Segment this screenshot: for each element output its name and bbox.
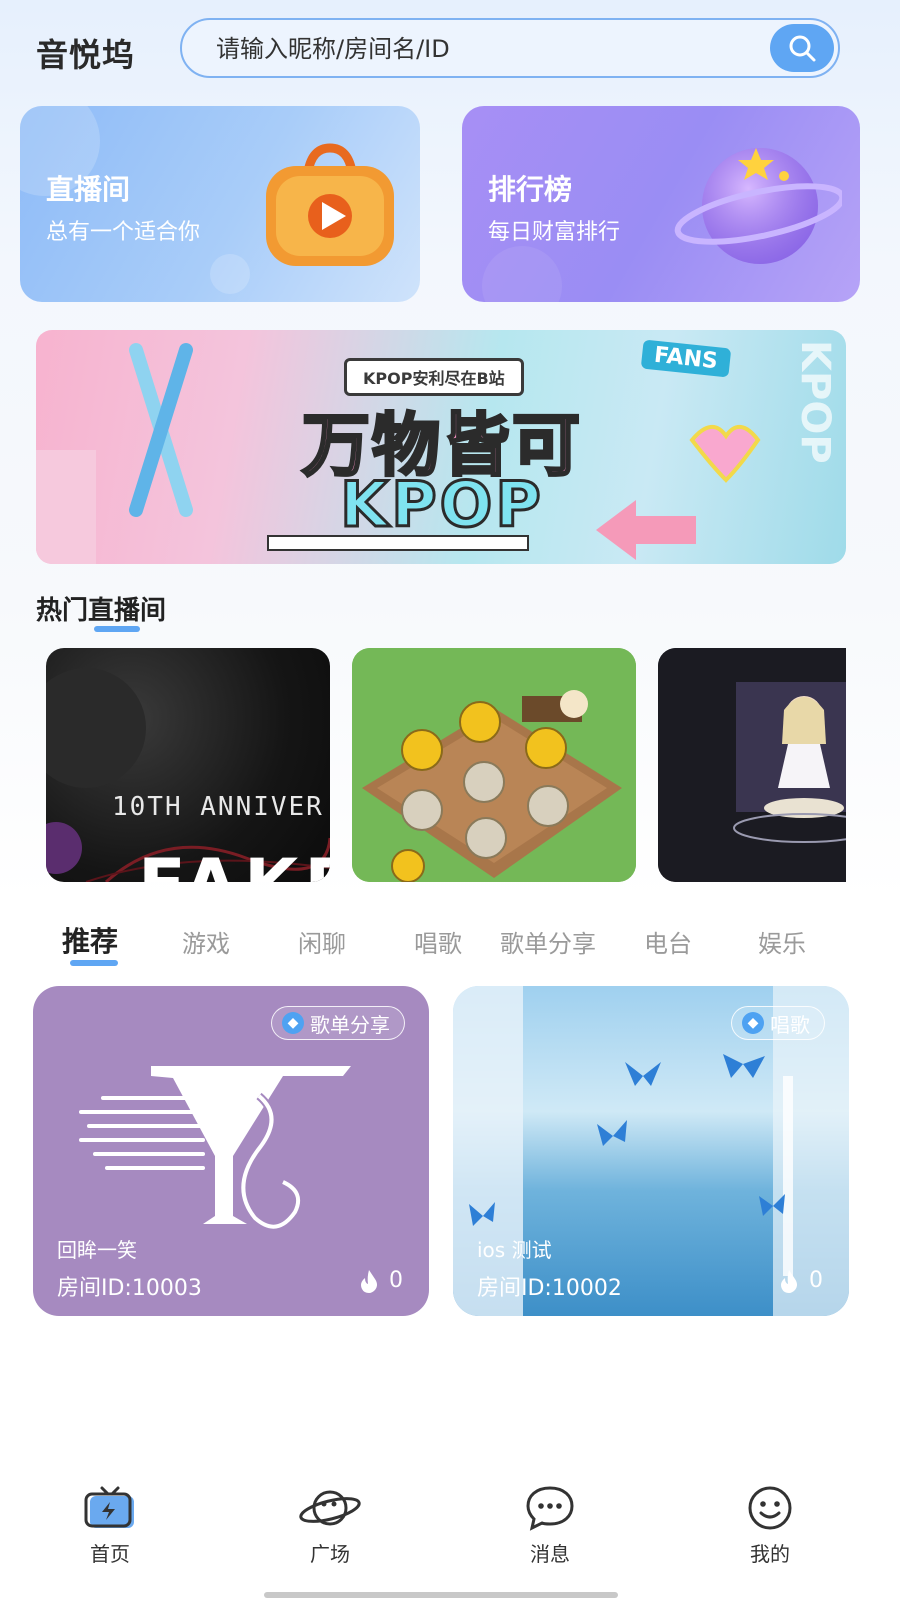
smile-icon	[748, 1486, 792, 1530]
ranking-subtitle: 每日财富排行	[488, 220, 621, 245]
tab-entertainment[interactable]: 娱乐	[758, 924, 806, 959]
live-room-subtitle: 总有一个适合你	[46, 220, 201, 245]
hot-live-carousel[interactable]: 10TH ANNIVER FAKE	[46, 648, 846, 882]
tab-radio[interactable]: 电台	[644, 924, 692, 959]
live-room-title: 直播间	[46, 173, 131, 206]
room-category-badge: ◆ 唱歌	[731, 1006, 825, 1040]
badge-icon: ◆	[282, 1012, 304, 1034]
ranking-card[interactable]: 排行榜 每日财富排行	[462, 106, 860, 302]
category-tabs: 推荐 游戏 闲聊 唱歌 歌单分享 电台 娱乐	[36, 918, 856, 978]
planet-icon	[674, 148, 842, 264]
nav-messages[interactable]: 消息	[490, 1484, 610, 1567]
fire-icon	[361, 1269, 377, 1293]
heat-value: 0	[389, 1268, 403, 1293]
home-indicator	[264, 1592, 618, 1598]
badge-label: 歌单分享	[310, 1012, 390, 1037]
app-title: 音悦坞	[36, 36, 136, 74]
planet-nav-icon	[299, 1490, 361, 1526]
room-category-badge: ◆ 歌单分享	[271, 1006, 405, 1040]
farm-game-art	[352, 648, 636, 882]
fire-icon	[781, 1269, 797, 1293]
room-heat: 0	[779, 1268, 823, 1293]
badge-icon: ◆	[742, 1012, 764, 1034]
tab-playlist-share[interactable]: 歌单分享	[500, 924, 596, 959]
search-icon	[789, 35, 816, 62]
tab-game[interactable]: 游戏	[182, 924, 230, 959]
search-bar[interactable]	[180, 18, 840, 78]
nav-profile[interactable]: 我的	[710, 1484, 830, 1567]
play-icon	[266, 143, 394, 266]
heat-value: 0	[809, 1268, 823, 1293]
promo-banner[interactable]: KPOP安利尽在B站 万物皆可 KPOP FANS KPOP	[36, 330, 846, 564]
tab-sing[interactable]: 唱歌	[414, 924, 462, 959]
search-input[interactable]	[216, 32, 736, 66]
section-underline	[94, 626, 140, 632]
nav-messages-label: 消息	[530, 1542, 570, 1566]
tv-icon	[84, 1486, 134, 1528]
bottom-nav: 首页 广场 消息 我的	[0, 1470, 900, 1600]
live-room-card[interactable]: 直播间 总有一个适合你	[20, 106, 420, 302]
tab-underline	[70, 960, 118, 966]
room-heat: 0	[359, 1268, 403, 1293]
header: 音悦坞	[36, 18, 840, 78]
room-name: ios 测试	[477, 1238, 552, 1262]
hot-card-caption: 10TH ANNIVER	[112, 792, 324, 822]
banner-side-text: KPOP	[792, 340, 838, 464]
tab-chat[interactable]: 闲聊	[298, 924, 346, 959]
hot-live-title: 热门直播间	[36, 596, 167, 626]
nav-plaza-label: 广场	[310, 1542, 350, 1566]
badge-label: 唱歌	[770, 1012, 810, 1037]
deco-circle	[210, 254, 250, 294]
figure-art	[658, 648, 846, 882]
room-name: 回眸一笑	[57, 1238, 137, 1262]
room-card[interactable]: ◆ 歌单分享 回眸一笑 房间ID:10003 0	[33, 986, 429, 1316]
nav-home-label: 首页	[90, 1542, 130, 1566]
banner-kpop: KPOP	[339, 467, 544, 543]
deco-circle	[482, 246, 562, 302]
ranking-title: 排行榜	[488, 173, 573, 206]
tab-recommend[interactable]: 推荐	[62, 920, 118, 960]
room-id: 房间ID:10002	[477, 1276, 622, 1301]
hot-live-card[interactable]	[658, 648, 846, 882]
chat-icon	[526, 1486, 574, 1531]
room-card[interactable]: ◆ 唱歌 ios 测试 房间ID:10002 0	[453, 986, 849, 1316]
nav-home[interactable]: 首页	[50, 1484, 170, 1567]
hot-live-card[interactable]	[352, 648, 636, 882]
nav-plaza[interactable]: 广场	[270, 1484, 390, 1567]
hot-card-big-text: FAKE	[138, 844, 330, 882]
room-id: 房间ID:10003	[57, 1276, 202, 1301]
nav-profile-label: 我的	[750, 1542, 790, 1566]
hot-live-card[interactable]: 10TH ANNIVER FAKE	[46, 648, 330, 882]
search-button[interactable]	[770, 24, 834, 72]
